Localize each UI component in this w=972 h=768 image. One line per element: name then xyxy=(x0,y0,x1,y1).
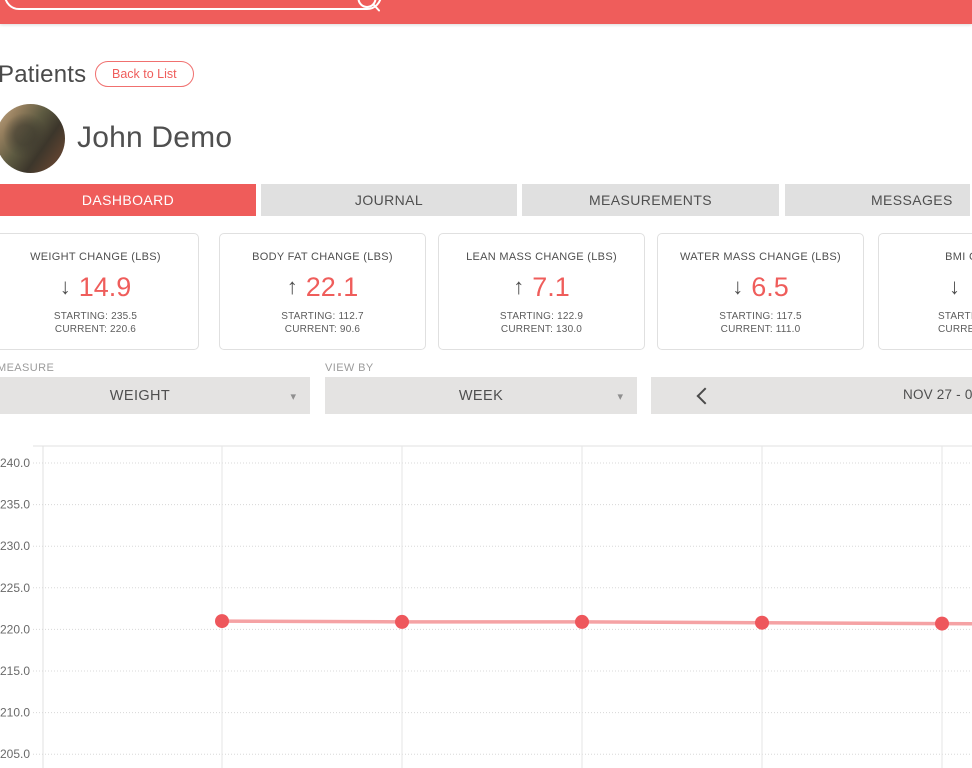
stat-card-title: BODY FAT CHANGE (LBS) xyxy=(252,251,393,263)
y-axis-tick-label: 220.0 xyxy=(0,622,30,636)
trend-down-arrow-icon: ↓ xyxy=(59,274,71,299)
y-axis-tick-label: 215.0 xyxy=(0,664,30,678)
y-axis-tick-label: 235.0 xyxy=(0,498,30,512)
tab-journal[interactable]: JOURNAL xyxy=(261,184,517,216)
trend-up-arrow-icon: ↑ xyxy=(513,274,525,299)
stat-card-bmi-change: BMI CHANGE ↓ STARTING: CURRENT: xyxy=(878,233,972,350)
stat-cards: WEIGHT CHANGE (LBS) ↓ 14.9 STARTING: 235… xyxy=(0,233,972,350)
stat-card-value: 6.5 xyxy=(751,271,789,302)
stat-card-starting: STARTING: xyxy=(938,311,972,322)
tab-dashboard[interactable]: DASHBOARD xyxy=(0,184,256,216)
avatar xyxy=(0,104,65,173)
stat-card-water-mass-change: WATER MASS CHANGE (LBS) ↓ 6.5 STARTING: … xyxy=(657,233,864,350)
stat-card-starting: STARTING: 117.5 xyxy=(719,311,802,322)
data-point[interactable] xyxy=(575,614,589,629)
stat-card-starting: STARTING: 235.5 xyxy=(53,311,138,322)
measure-select[interactable]: WEIGHT ▾ xyxy=(0,377,310,414)
measure-label: MEASURE xyxy=(0,362,55,374)
stat-card-title: BMI CHANGE xyxy=(945,251,972,263)
stat-card-current: CURRENT: 111.0 xyxy=(720,323,801,335)
patient-name: John Demo xyxy=(77,121,233,154)
previous-period-chevron-left-icon[interactable] xyxy=(696,387,714,405)
weight-series-line xyxy=(221,619,972,626)
stat-card-value: 22.1 xyxy=(305,271,359,302)
data-point[interactable] xyxy=(215,614,229,629)
date-range-label: NOV 27 - 03 xyxy=(903,387,972,402)
chevron-down-icon: ▾ xyxy=(290,391,296,403)
top-bar xyxy=(0,0,972,24)
stat-card-value: 14.9 xyxy=(78,271,132,302)
y-axis-tick-label: 240.0 xyxy=(0,456,30,470)
back-to-list-button[interactable]: Back to List xyxy=(95,61,194,87)
date-range-bar: NOV 27 - 03 xyxy=(651,377,972,414)
data-point[interactable] xyxy=(935,616,949,631)
stat-card-title: LEAN MASS CHANGE (LBS) xyxy=(466,251,617,263)
search-icon xyxy=(357,0,380,12)
data-point[interactable] xyxy=(755,615,769,630)
screen: Patients Back to List John Demo DASHBOAR… xyxy=(0,0,972,768)
stat-card-current: CURRENT: 220.6 xyxy=(54,323,137,335)
chevron-down-icon: ▾ xyxy=(617,391,623,403)
data-point[interactable] xyxy=(395,614,409,629)
view-by-select[interactable]: WEEK ▾ xyxy=(325,377,637,414)
y-axis-tick-label: 205.0 xyxy=(0,747,30,761)
stat-card-title: WEIGHT CHANGE (LBS) xyxy=(30,251,161,263)
y-axis-tick-label: 210.0 xyxy=(0,706,30,720)
tab-messages[interactable]: MESSAGES xyxy=(785,184,970,216)
stat-card-current: CURRENT: 130.0 xyxy=(500,323,583,335)
stat-card-value: 7.1 xyxy=(532,271,570,302)
y-axis-tick-label: 225.0 xyxy=(0,581,30,595)
tab-bar: DASHBOARD JOURNAL MEASUREMENTS MESSAGES xyxy=(0,184,972,216)
y-axis-tick-label: 230.0 xyxy=(0,539,30,553)
measure-select-value: WEIGHT xyxy=(109,387,171,404)
trend-up-arrow-icon: ↑ xyxy=(286,274,298,299)
weight-line-chart: 240.0 235.0 230.0 225.0 220.0 215.0 210.0 205.0 xyxy=(0,445,972,768)
stat-card-weight-change: WEIGHT CHANGE (LBS) ↓ 14.9 STARTING: 235… xyxy=(0,233,199,350)
stat-card-starting: STARTING: 122.9 xyxy=(499,311,584,322)
tab-measurements[interactable]: MEASUREMENTS xyxy=(522,184,779,216)
trend-down-arrow-icon: ↓ xyxy=(732,274,744,299)
stat-card-title: WATER MASS CHANGE (LBS) xyxy=(680,251,841,263)
stat-card-starting: STARTING: 112.7 xyxy=(281,311,364,322)
page-title: Patients xyxy=(0,61,87,88)
search-input[interactable] xyxy=(4,0,382,10)
stat-card-current: CURRENT: xyxy=(938,323,972,335)
stat-card-body-fat-change: BODY FAT CHANGE (LBS) ↑ 22.1 STARTING: 1… xyxy=(219,233,426,350)
trend-down-arrow-icon: ↓ xyxy=(949,274,960,299)
view-by-label: VIEW BY xyxy=(325,362,374,374)
view-by-select-value: WEEK xyxy=(458,387,504,404)
stat-card-current: CURRENT: 90.6 xyxy=(284,323,361,335)
stat-card-lean-mass-change: LEAN MASS CHANGE (LBS) ↑ 7.1 STARTING: 1… xyxy=(438,233,645,350)
